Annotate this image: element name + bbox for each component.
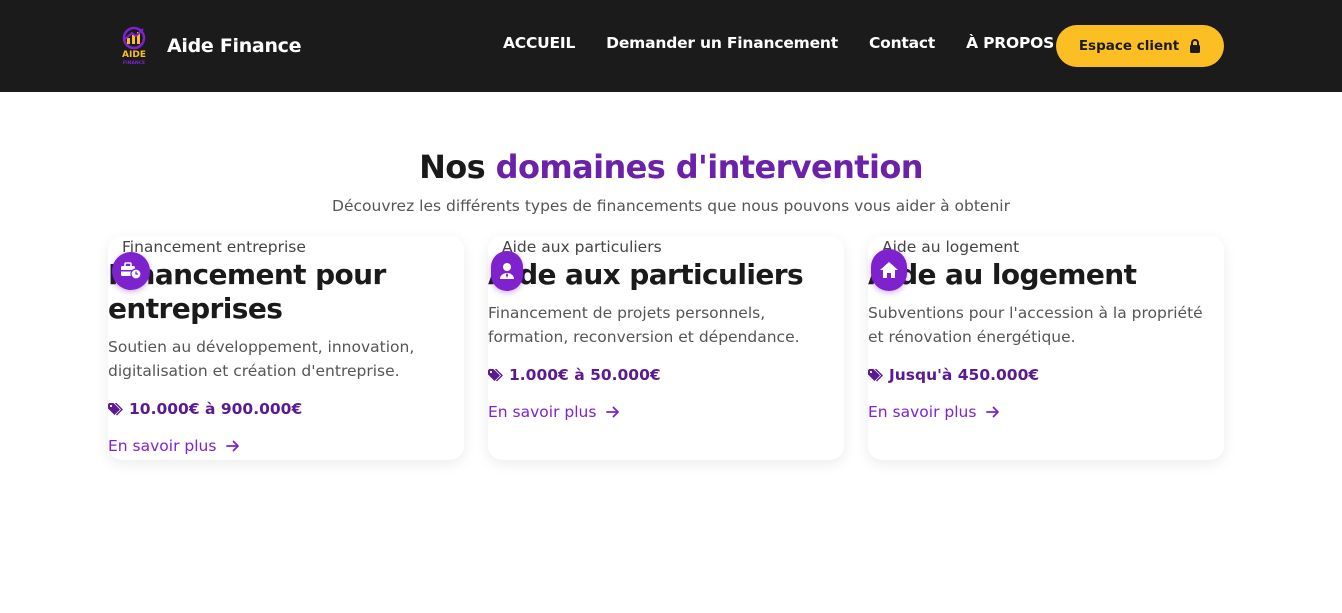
card-price: 1.000€ à 50.000€ bbox=[488, 366, 661, 384]
card-price: Jusqu'à 450.000€ bbox=[868, 366, 1039, 384]
tags-icon bbox=[108, 402, 124, 416]
nav-contact[interactable]: Contact bbox=[869, 34, 935, 52]
section-subtitle: Découvrez les différents types de financ… bbox=[332, 197, 1010, 215]
card-price-value: 10.000€ à 900.000€ bbox=[129, 400, 303, 418]
card-price: 10.000€ à 900.000€ bbox=[108, 400, 302, 418]
logo-text: AIDE bbox=[122, 50, 146, 60]
briefcase-clock-icon bbox=[112, 252, 150, 290]
logo-subtext: FINANCE bbox=[123, 60, 145, 66]
image-alt-text: Financement entreprise bbox=[122, 238, 306, 256]
tags-icon bbox=[488, 368, 504, 382]
card-title: Aide au logement bbox=[868, 258, 1137, 291]
card-price-value: Jusqu'à 450.000€ bbox=[889, 366, 1040, 384]
en-savoir-plus-link[interactable]: En savoir plus bbox=[488, 403, 620, 421]
espace-client-label: Espace client bbox=[1078, 38, 1180, 54]
nav-accueil[interactable]: ACCUEIL bbox=[503, 34, 575, 52]
section-title-accent: domaines d'intervention bbox=[495, 148, 924, 186]
lock-icon bbox=[1189, 39, 1201, 53]
brand-name: Aide Finance bbox=[167, 35, 302, 57]
card-title: Aide aux particuliers bbox=[488, 258, 804, 291]
card-description: Financement de projets personnels, forma… bbox=[488, 304, 800, 346]
card-price-value: 1.000€ à 50.000€ bbox=[509, 366, 661, 384]
section-title: Nos domaines d'intervention bbox=[0, 148, 1342, 186]
broken-image-icon bbox=[108, 239, 122, 255]
card-aide-particuliers: Aide aux particuliers Aide aux particuli… bbox=[488, 236, 844, 460]
tags-icon bbox=[868, 368, 884, 382]
brand-home-link[interactable]: AIDE FINANCE Aide Finance bbox=[115, 25, 302, 67]
home-icon bbox=[871, 249, 907, 291]
aide-finance-logo: AIDE FINANCE bbox=[115, 25, 153, 67]
en-savoir-plus-link[interactable]: En savoir plus bbox=[108, 437, 240, 455]
arrow-right-icon bbox=[986, 406, 1000, 418]
image-alt-text: Aide au logement bbox=[882, 238, 1020, 256]
link-label: En savoir plus bbox=[868, 403, 977, 421]
user-tie-icon bbox=[491, 251, 523, 291]
link-label: En savoir plus bbox=[488, 403, 597, 421]
card-title: Financement pour entreprises bbox=[108, 258, 386, 325]
link-label: En savoir plus bbox=[108, 437, 217, 455]
card-description: Subventions pour l'accession à la propri… bbox=[868, 304, 1203, 346]
arrow-right-icon bbox=[226, 440, 240, 452]
nav-demander-financement[interactable]: Demander un Financement bbox=[606, 34, 838, 52]
card-aide-logement: Aide au logement Aide au logement Subven… bbox=[868, 236, 1224, 460]
nav-a-propos[interactable]: À PROPOS bbox=[966, 34, 1054, 52]
en-savoir-plus-link[interactable]: En savoir plus bbox=[868, 403, 1000, 421]
top-navbar: AIDE FINANCE Aide Finance ACCUEIL Demand… bbox=[0, 0, 1342, 92]
card-description: Soutien au développement, innovation, di… bbox=[108, 338, 415, 380]
image-alt-text: Aide aux particuliers bbox=[502, 238, 662, 256]
main-nav: ACCUEIL Demander un Financement Contact … bbox=[503, 34, 1054, 52]
espace-client-button[interactable]: Espace client bbox=[1056, 25, 1224, 67]
section-title-plain: Nos bbox=[419, 148, 496, 186]
card-financement-entreprises: Financement entreprise Financement pour … bbox=[108, 236, 464, 460]
arrow-right-icon bbox=[606, 406, 620, 418]
